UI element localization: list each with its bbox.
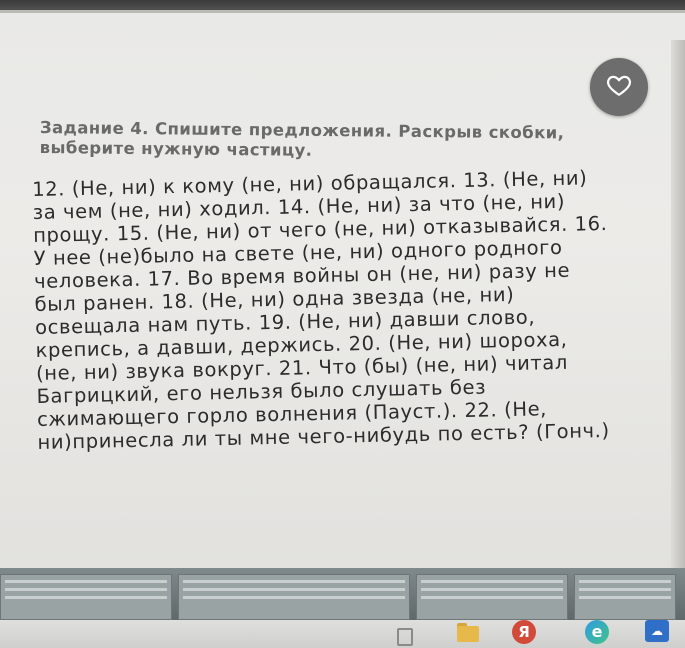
edge-browser-icon[interactable]: e [585,620,611,644]
taskbar [0,620,685,648]
app-icon[interactable]: ☁ [645,620,671,644]
heart-icon [606,72,632,102]
yandex-browser-icon[interactable]: Я [512,620,538,644]
task-heading: Задание 4. Спишите предложения. Раскрыв … [39,118,565,160]
window-thumbnail[interactable] [178,574,410,620]
file-explorer-icon[interactable] [455,620,481,644]
task-view-icon[interactable] [397,628,413,646]
window-thumbnail[interactable] [574,574,676,620]
screen-right-edge [671,40,685,580]
window-thumbnail[interactable] [416,574,568,620]
task-body-text: 12. (Не, ни) к кому (не, ни) обращался. … [32,166,610,454]
like-button[interactable] [590,58,648,116]
window-thumbnail[interactable] [0,574,172,620]
